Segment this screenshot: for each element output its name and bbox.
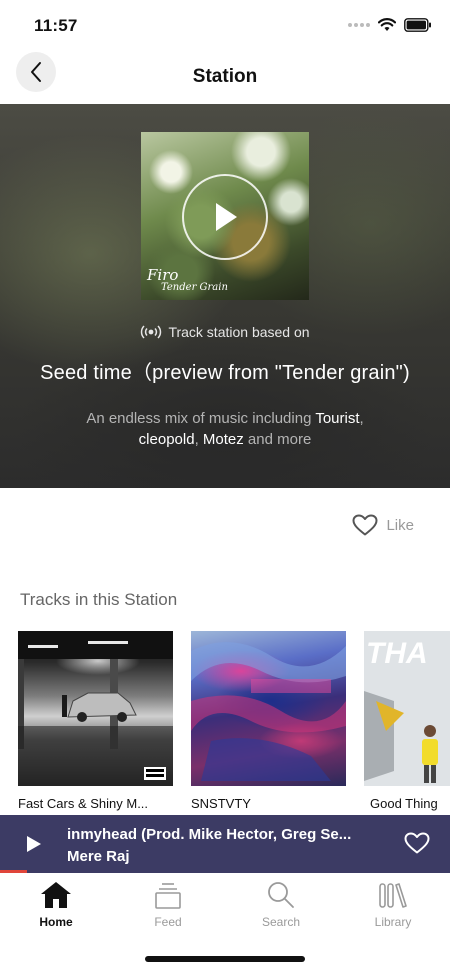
home-icon [41, 882, 71, 908]
track-title: SNSTVTY [191, 796, 251, 811]
search-icon [268, 882, 294, 908]
description-prefix: An endless mix of music including [86, 410, 316, 427]
wifi-icon [378, 18, 396, 31]
track-cover-image [191, 631, 346, 786]
tab-label: Home [39, 915, 73, 929]
home-indicator [145, 956, 305, 962]
library-icon [379, 883, 407, 908]
track-card[interactable]: THA Good Thing [364, 631, 450, 811]
mini-player[interactable]: inmyhead (Prod. Mike Hector, Greg Se... … [0, 815, 450, 873]
tab-search[interactable]: Search [225, 881, 337, 929]
track-cover-image [18, 631, 173, 786]
station-type-label: Track station based on [168, 324, 310, 340]
description-separator: , [194, 431, 203, 448]
play-icon [27, 836, 41, 852]
tab-home[interactable]: Home [0, 881, 112, 929]
tracks-carousel[interactable]: Fast Cars & Shiny M... SNSTVTY THA Good … [0, 631, 450, 821]
mini-player-play-button[interactable] [26, 835, 42, 858]
artist-link-tourist[interactable]: Tourist [315, 410, 359, 427]
track-card[interactable]: Fast Cars & Shiny M... [18, 631, 173, 811]
track-card[interactable]: SNSTVTY [191, 631, 346, 811]
tracks-section-title: Tracks in this Station [20, 590, 178, 609]
tab-library[interactable]: Library [337, 881, 449, 929]
building-artwork: THA [364, 631, 450, 786]
glitch-artwork [191, 642, 346, 781]
description-separator: , [359, 410, 364, 427]
battery-icon [404, 18, 431, 32]
cover-text: THA [366, 637, 428, 670]
nav-header: Station [0, 48, 450, 104]
play-station-button[interactable] [182, 174, 268, 260]
parking-garage-artwork [18, 631, 173, 786]
description-suffix: and more [243, 431, 312, 448]
tab-label: Feed [154, 915, 182, 929]
tab-label: Library [374, 915, 412, 929]
station-description: An endless mix of music including Touris… [30, 408, 420, 450]
artist-link-motez[interactable]: Motez [203, 431, 244, 448]
status-time: 11:57 [34, 16, 78, 35]
status-indicators [348, 18, 432, 32]
like-label: Like [386, 516, 414, 534]
seed-track-title: Seed time（preview from "Tender grain") [40, 362, 410, 384]
mini-player-like-button[interactable] [404, 832, 430, 859]
like-button[interactable]: Like [352, 514, 414, 536]
feed-icon [155, 883, 181, 909]
track-title: Fast Cars & Shiny M... [18, 796, 149, 811]
cellular-signal-icon [348, 23, 370, 27]
artist-link-cleopold[interactable]: cleopold [139, 431, 195, 448]
page-title: Station [192, 66, 258, 87]
station-type-row: Track station based on [0, 324, 450, 340]
heart-outline-icon [404, 832, 430, 854]
heart-outline-icon [352, 514, 378, 536]
tab-label: Search [261, 915, 301, 929]
cover-art-subtitle: Tender Grain [161, 282, 228, 293]
mini-player-artist: Mere Raj [67, 848, 130, 865]
station-hero: Firo Tender Grain Track station based on… [0, 104, 450, 488]
track-cover-image: THA [364, 631, 450, 786]
play-icon [216, 203, 237, 231]
status-bar: 11:57 [0, 0, 450, 48]
track-title: Good Thing [370, 796, 438, 811]
broadcast-icon [141, 325, 162, 339]
tab-feed[interactable]: Feed [112, 881, 224, 929]
mini-player-track-title: inmyhead (Prod. Mike Hector, Greg Se... [67, 826, 352, 843]
